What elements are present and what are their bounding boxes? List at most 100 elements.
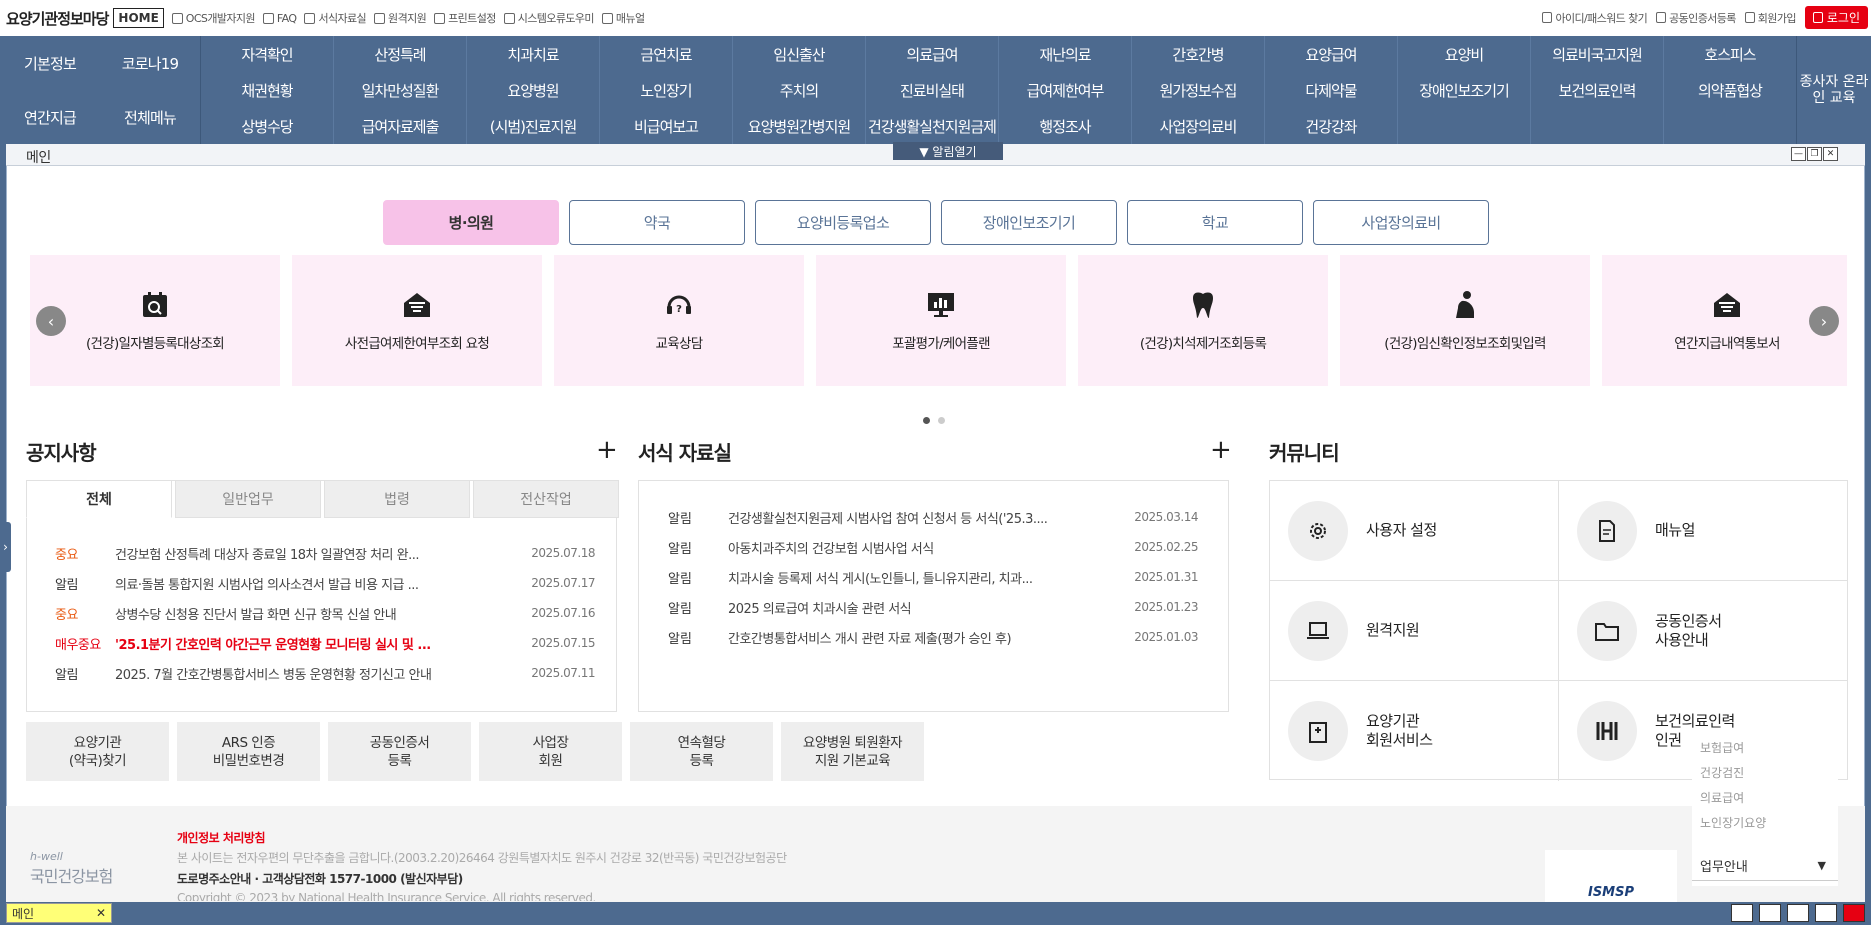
tab-hospital-clinic[interactable]: 병·의원	[383, 200, 559, 245]
ocs-developer-link[interactable]: OCS개발자지원	[171, 10, 256, 26]
carousel-card[interactable]: (건강)치석제거조회등록	[1078, 255, 1328, 386]
layout-split-icon[interactable]	[1759, 904, 1781, 922]
carousel-card[interactable]: (건강)일자별등록대상조회	[30, 255, 280, 386]
pagination-dot[interactable]	[923, 417, 930, 424]
nav-basic-info[interactable]: 기본정보	[0, 36, 100, 90]
nav-item[interactable]: 요양급여	[1265, 36, 1398, 72]
workplace-member-button[interactable]: 사업장 회원	[479, 722, 622, 781]
institution-member-item[interactable]: 요양기관 회원서비스	[1270, 681, 1559, 781]
nav-staff-education[interactable]: 종사자 온라인 교육	[1796, 36, 1871, 144]
nav-item[interactable]: 진료비실태	[866, 72, 999, 108]
nav-item[interactable]: 상병수당	[201, 108, 334, 144]
nav-item[interactable]: 건강생활실천지원금제	[866, 108, 999, 144]
ars-password-button[interactable]: ARS 인증 비밀번호변경	[177, 722, 320, 781]
carousel-card[interactable]: ? 교육상담	[554, 255, 804, 386]
nav-item[interactable]: 임신출산	[733, 36, 866, 72]
close-all-icon[interactable]	[1843, 904, 1865, 922]
nav-item[interactable]: 요양비	[1398, 36, 1531, 72]
nav-item[interactable]: 급여자료제출	[334, 108, 467, 144]
print-settings-link[interactable]: 프린트설정	[434, 10, 496, 26]
close-tab-icon[interactable]: ✕	[96, 906, 106, 920]
nav-item[interactable]: 요양병원	[467, 72, 600, 108]
nav-item[interactable]: 급여제한여부	[999, 72, 1132, 108]
nav-item[interactable]: 건강강좌	[1265, 108, 1398, 144]
form-row[interactable]: 알림 아동치과주치의 건강보험 시범사업 서식 2025.02.25	[668, 532, 1198, 562]
nav-item[interactable]: 치과치료	[467, 36, 600, 72]
notice-more-icon[interactable]: +	[596, 437, 618, 463]
faq-link[interactable]: FAQ	[262, 12, 297, 25]
notice-row[interactable]: 매우중요 '25.1분기 간호인력 야간근무 운영현황 모니터링 실시 및 ...…	[55, 628, 595, 658]
certificate-register-button[interactable]: 공동인증서 등록	[328, 722, 471, 781]
manual-item[interactable]: 매뉴얼	[1559, 481, 1848, 581]
side-expand-tab[interactable]: ›	[0, 522, 11, 572]
layout-grid-icon[interactable]	[1815, 904, 1837, 922]
form-row[interactable]: 알림 건강생활실천지원금제 시범사업 참여 신청서 등 서식('25.3.... 2…	[668, 502, 1198, 532]
form-row[interactable]: 알림 간호간병통합서비스 개시 관련 자료 제출(평가 승인 후) 2025.01.…	[668, 622, 1198, 652]
nav-annual-payment[interactable]: 연간지급	[0, 90, 100, 144]
nav-item[interactable]: 간호간병	[1132, 36, 1265, 72]
close-icon[interactable]: ✕	[1823, 147, 1838, 161]
register-certificate-link[interactable]: 공동인증서등록	[1656, 10, 1736, 26]
form-row[interactable]: 알림 치과시술 등록제 서식 게시(노인틀니, 틀니유지관리, 치과... 2025…	[668, 562, 1198, 592]
find-id-password-link[interactable]: 아이디/패스워드 찾기	[1542, 10, 1648, 26]
carousel-prev-button[interactable]: ‹	[36, 306, 66, 336]
discharge-education-button[interactable]: 요양병원 퇴원환자 지원 기본교육	[781, 722, 924, 781]
dropdown-option[interactable]: 의료급여	[1692, 786, 1838, 811]
notice-tab-general[interactable]: 일반업무	[175, 480, 321, 518]
nav-item[interactable]: 산정특례	[334, 36, 467, 72]
manual-link[interactable]: 매뉴얼	[601, 10, 645, 26]
forms-more-icon[interactable]: +	[1210, 437, 1232, 463]
nav-item[interactable]: 주치의	[733, 72, 866, 108]
nav-item[interactable]: 일차만성질환	[334, 72, 467, 108]
layout-single-icon[interactable]	[1731, 904, 1753, 922]
tab-pharmacy[interactable]: 약국	[569, 200, 745, 245]
tab-care-registered[interactable]: 요양비등록업소	[755, 200, 931, 245]
layout-cascade-icon[interactable]	[1787, 904, 1809, 922]
nav-item[interactable]: 의료급여	[866, 36, 999, 72]
nav-item[interactable]: 보건의료인력	[1531, 72, 1664, 108]
signup-link[interactable]: 회원가입	[1744, 10, 1796, 26]
nav-item[interactable]: 다제약물	[1265, 72, 1398, 108]
carousel-card[interactable]: (건강)임신확인정보조회및입력	[1340, 255, 1590, 386]
nav-item[interactable]: 행정조사	[999, 108, 1132, 144]
login-button[interactable]: 로그인	[1804, 6, 1868, 29]
dropdown-option[interactable]: 노인장기요양	[1692, 811, 1838, 836]
nav-item[interactable]: 요양병원간병지원	[733, 108, 866, 144]
form-row[interactable]: 알림 2025 의료급여 치과시술 관련 서식 2025.01.23	[668, 592, 1198, 622]
user-settings-item[interactable]: 사용자 설정	[1270, 481, 1559, 581]
tab-assistive-devices[interactable]: 장애인보조기기	[941, 200, 1117, 245]
minimize-icon[interactable]: —	[1791, 147, 1806, 161]
nav-item[interactable]: 호스피스	[1664, 36, 1797, 72]
alert-open-button[interactable]: ▼ 알림열기	[893, 142, 1003, 160]
privacy-policy-link[interactable]: 개인정보 처리방침	[177, 829, 266, 846]
dropdown-option[interactable]: 건강검진	[1692, 761, 1838, 786]
nav-item[interactable]: 장애인보조기기	[1398, 72, 1531, 108]
notice-row[interactable]: 알림 2025. 7월 간호간병통합서비스 병동 운영현황 정기신고 안내 2025…	[55, 658, 595, 688]
nav-item[interactable]: 사업장의료비	[1132, 108, 1265, 144]
work-guide-select[interactable]: 업무안내 ▼	[1692, 851, 1838, 881]
nav-item[interactable]: (시범)진료지원	[467, 108, 600, 144]
forms-library-link[interactable]: 서식자료실	[304, 10, 367, 26]
nav-item[interactable]: 의약품협상	[1664, 72, 1797, 108]
nav-item[interactable]: 노인장기	[600, 72, 733, 108]
nav-item[interactable]: 자격확인	[201, 36, 334, 72]
remote-support-link[interactable]: 원격지원	[374, 10, 427, 26]
find-institution-button[interactable]: 요양기관 (약국)찾기	[26, 722, 169, 781]
dropdown-option[interactable]: 보험급여	[1692, 736, 1838, 761]
restore-icon[interactable]: ❐	[1807, 147, 1822, 161]
carousel-next-button[interactable]: ›	[1809, 306, 1839, 336]
nav-item[interactable]: 채권현황	[201, 72, 334, 108]
site-brand[interactable]: 요양기관정보마당	[6, 8, 109, 29]
tab-school[interactable]: 학교	[1127, 200, 1303, 245]
home-button[interactable]: HOME	[113, 8, 164, 28]
system-error-help-link[interactable]: 시스템오류도우미	[503, 10, 595, 26]
notice-tab-all[interactable]: 전체	[26, 480, 172, 518]
tab-workplace-medical[interactable]: 사업장의료비	[1313, 200, 1489, 245]
nav-item[interactable]: 금연치료	[600, 36, 733, 72]
nav-item[interactable]: 비급여보고	[600, 108, 733, 144]
pagination-dot[interactable]	[938, 417, 945, 424]
notice-row[interactable]: 알림 의료·돌봄 통합지원 시범사업 의사소견서 발급 비용 지급 ... 2025…	[55, 568, 595, 598]
taskbar-tab-main[interactable]: 메인 ✕	[6, 903, 112, 923]
notice-row[interactable]: 중요 상병수당 신청용 진단서 발급 화면 신규 항목 신설 안내 2025.07.…	[55, 598, 595, 628]
cgm-register-button[interactable]: 연속혈당 등록	[630, 722, 773, 781]
